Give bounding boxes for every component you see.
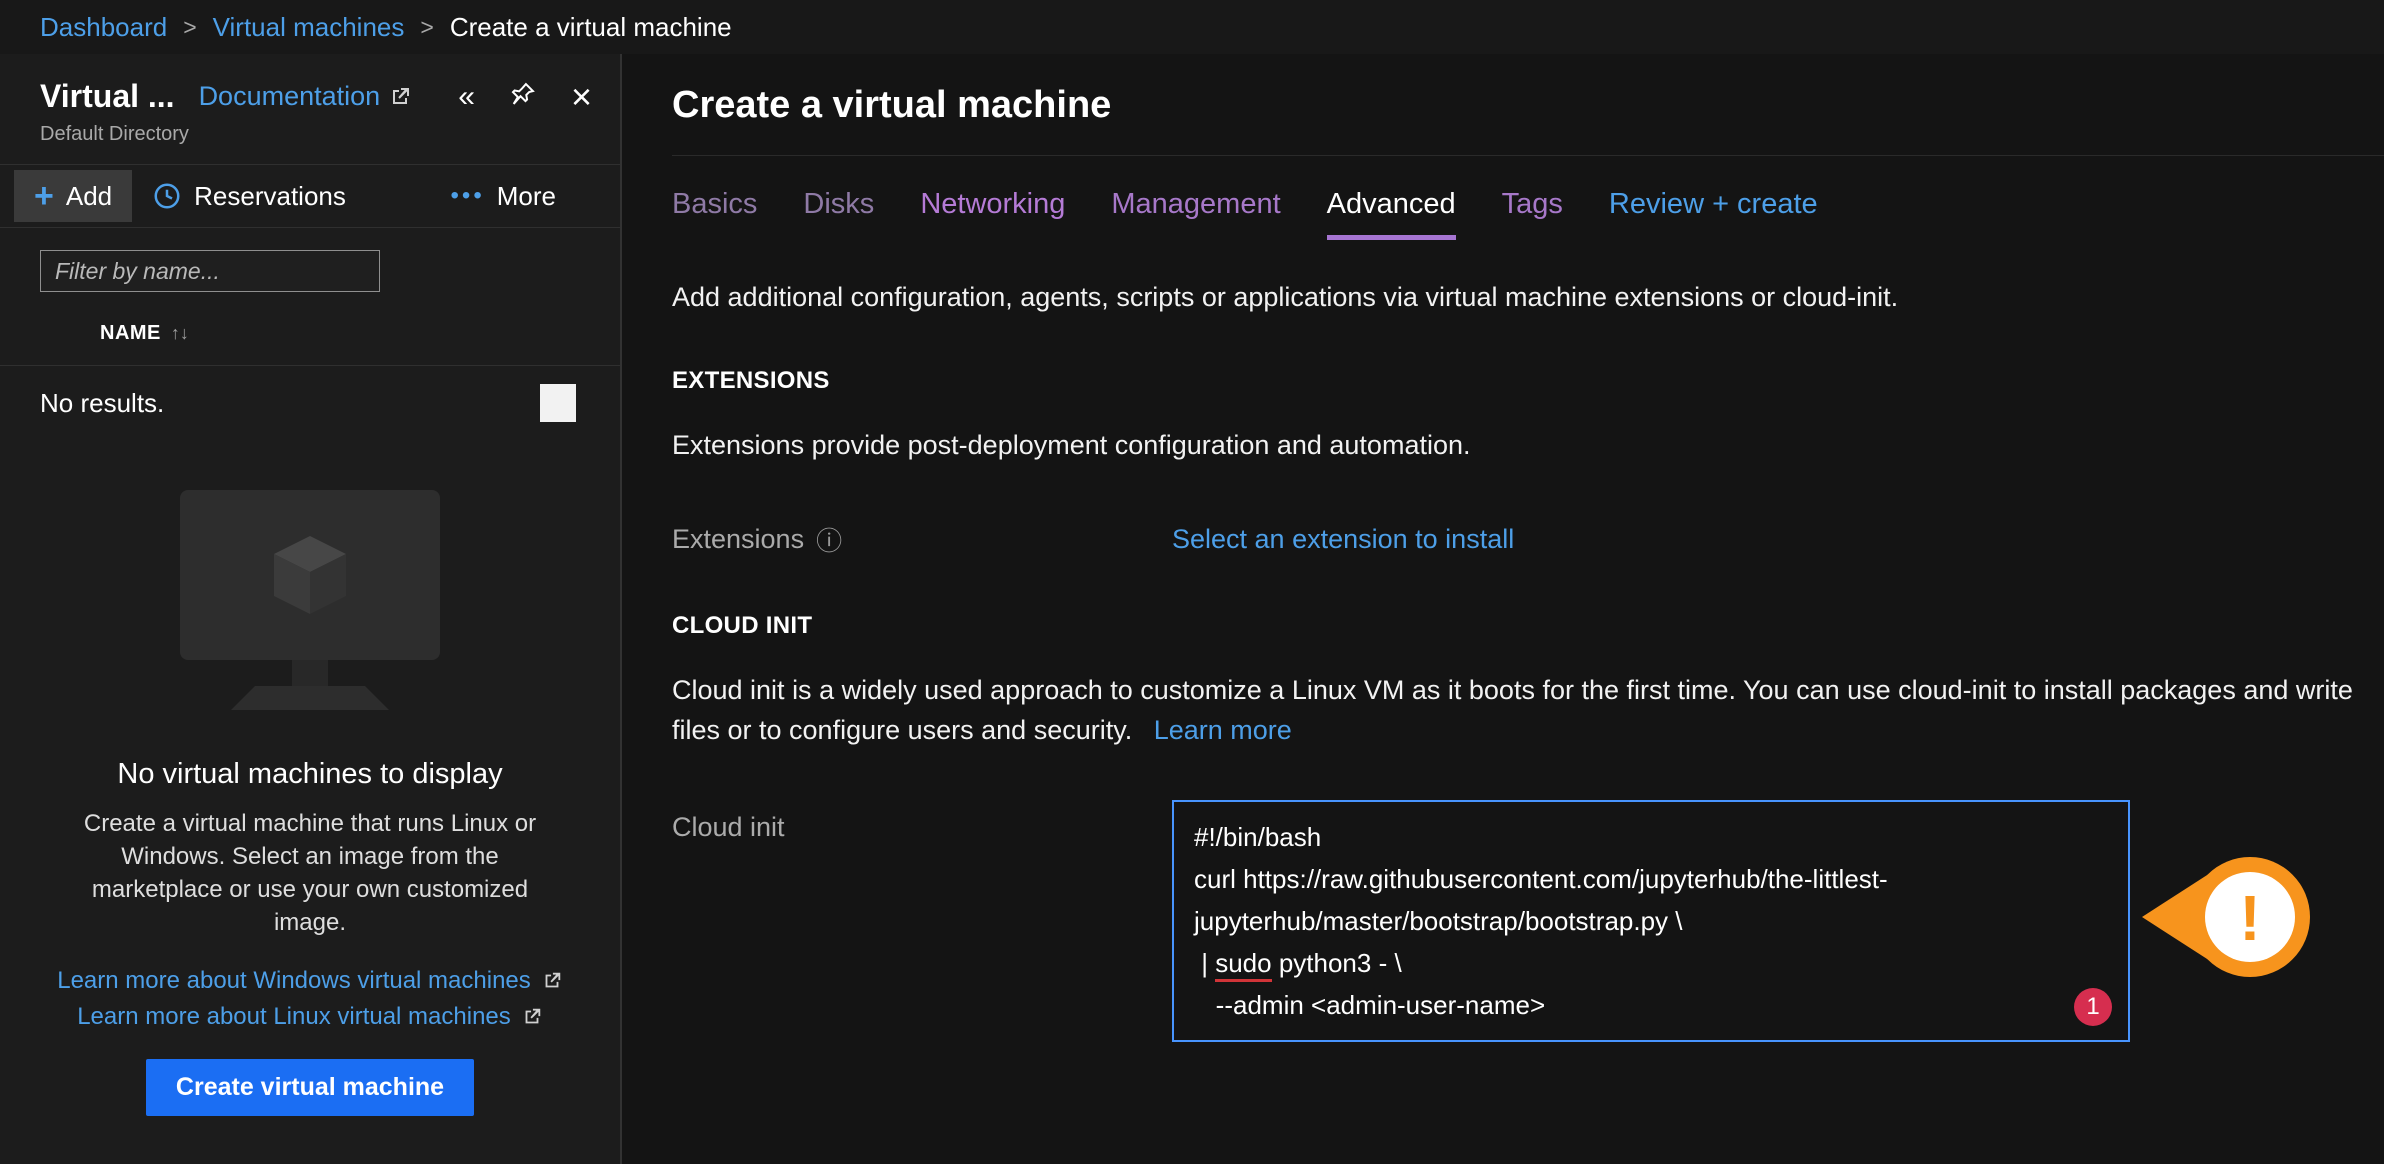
virtual-machine-icon — [160, 490, 460, 712]
tab-review-create[interactable]: Review + create — [1609, 188, 1818, 240]
create-vm-pane: Create a virtual machine Basics Disks Netw… — [622, 54, 2384, 1164]
learn-more-link-label: Learn more about Windows virtual machine… — [57, 967, 531, 995]
cloud-init-field: Cloud init #!/bin/bashcurl https://raw.g… — [672, 800, 2384, 1042]
cloud-init-section-header: CLOUD INIT — [672, 612, 2384, 640]
cloud-init-editor[interactable]: #!/bin/bashcurl https://raw.githubuserco… — [1172, 800, 2130, 1042]
collapse-icon[interactable]: « — [458, 82, 475, 112]
reservations-button[interactable]: Reservations — [132, 170, 366, 222]
code-line: curl https://raw.githubusercontent.com/j… — [1194, 858, 2108, 900]
cloud-init-description: Cloud init is a widely used approach to … — [672, 670, 2362, 750]
plus-icon: + — [34, 179, 54, 213]
extensions-section-header: EXTENSIONS — [672, 367, 2384, 395]
directory-label: Default Directory — [40, 123, 592, 146]
code-line: --admin <admin-user-name> — [1194, 984, 2108, 1026]
extensions-field: Extensions ⓘ Select an extension to inst… — [672, 521, 2384, 558]
reservations-button-label: Reservations — [194, 181, 346, 212]
breadcrumb-bar: Dashboard > Virtual machines > Create a virt… — [0, 0, 2384, 54]
table-header: NAME ↑↓ — [0, 322, 620, 366]
blade-title: Virtual ... — [40, 78, 175, 115]
learn-more-link[interactable]: Learn more — [1154, 715, 1292, 745]
empty-state: No virtual machines to display Create a … — [0, 490, 620, 1116]
more-icon: ••• — [451, 182, 485, 210]
external-link-icon — [388, 85, 412, 109]
sort-icon[interactable]: ↑↓ — [171, 323, 189, 344]
learn-more-link-label: Learn more about Linux virtual machines — [77, 1003, 511, 1031]
breadcrumb-item-1[interactable]: Dashboard — [40, 12, 167, 43]
breadcrumb: Dashboard > Virtual machines > Create a virt… — [40, 12, 732, 43]
svg-text:!: ! — [2239, 882, 2260, 954]
cloud-init-editor-wrap: #!/bin/bashcurl https://raw.githubuserco… — [1172, 800, 2130, 1042]
select-extension-link[interactable]: Select an extension to install — [1172, 524, 1514, 555]
code-line: #!/bin/bash — [1194, 816, 2108, 858]
tab-advanced[interactable]: Advanced — [1327, 188, 1456, 240]
blade-header: Virtual ... Documentation « × Default Di… — [0, 54, 620, 146]
code-line: jupyterhub/master/bootstrap/bootstrap.py… — [1194, 900, 2108, 942]
table-row: No results. — [0, 366, 620, 440]
tab-disks[interactable]: Disks — [803, 188, 874, 240]
extensions-description: Extensions provide post-deployment confi… — [672, 425, 2362, 465]
empty-state-heading: No virtual machines to display — [50, 758, 570, 791]
tab-management[interactable]: Management — [1111, 188, 1280, 240]
name-column-header[interactable]: NAME — [100, 322, 161, 345]
info-icon[interactable]: ⓘ — [816, 521, 842, 558]
documentation-link[interactable]: Documentation — [199, 81, 413, 112]
extensions-label-text: Extensions — [672, 524, 804, 555]
more-button[interactable]: ••• More — [431, 170, 576, 222]
sidebar-learn-links: Learn more about Windows virtual machine… — [50, 967, 570, 1031]
pin-icon[interactable] — [509, 80, 537, 114]
tab-networking[interactable]: Networking — [920, 188, 1065, 240]
breadcrumb-item-2[interactable]: Virtual machines — [213, 12, 405, 43]
learn-more-link-2[interactable]: Learn more about Linux virtual machines — [77, 1003, 543, 1031]
breadcrumb-separator: > — [183, 14, 196, 41]
step-badge: 1 — [2074, 988, 2112, 1026]
breadcrumb-item-3: Create a virtual machine — [450, 12, 732, 43]
extensions-label: Extensions ⓘ — [672, 521, 1172, 558]
cloud-init-description-text: Cloud init is a widely used approach to … — [672, 675, 2353, 745]
tab-tags[interactable]: Tags — [1502, 188, 1563, 240]
cloud-init-code: #!/bin/bashcurl https://raw.githubuserco… — [1194, 816, 2108, 1026]
scrollbar-thumb[interactable] — [540, 384, 576, 422]
tab-bar: Basics Disks Networking Management Advanced T… — [672, 188, 2384, 240]
virtual-machines-blade: Virtual ... Documentation « × Default Di… — [0, 54, 622, 1164]
code-line: | sudo python3 - \ — [1194, 942, 2108, 984]
documentation-link-label: Documentation — [199, 81, 381, 112]
empty-state-description: Create a virtual machine that runs Linux… — [75, 807, 545, 939]
learn-more-link-1[interactable]: Learn more about Windows virtual machine… — [57, 967, 563, 995]
no-results-label: No results. — [40, 388, 164, 419]
attention-callout-icon: ! — [2140, 852, 2320, 982]
filter-input[interactable] — [40, 250, 380, 292]
add-button-label: Add — [66, 181, 112, 212]
command-bar: + Add Reservations ••• More — [0, 164, 620, 228]
clock-icon — [152, 181, 182, 211]
external-link-icon — [541, 970, 563, 992]
breadcrumb-separator: > — [420, 14, 433, 41]
intro-text: Add additional configuration, agents, sc… — [672, 282, 2384, 313]
external-link-icon — [521, 1006, 543, 1028]
add-button[interactable]: + Add — [14, 170, 132, 222]
create-virtual-machine-button[interactable]: Create virtual machine — [146, 1059, 474, 1116]
more-button-label: More — [497, 181, 556, 212]
tab-basics[interactable]: Basics — [672, 188, 757, 240]
cloud-init-label: Cloud init — [672, 800, 1172, 843]
page-title: Create a virtual machine — [672, 84, 2384, 127]
header-divider — [672, 155, 2384, 156]
misspelled-word: sudo — [1215, 948, 1271, 982]
close-icon[interactable]: × — [571, 79, 592, 115]
